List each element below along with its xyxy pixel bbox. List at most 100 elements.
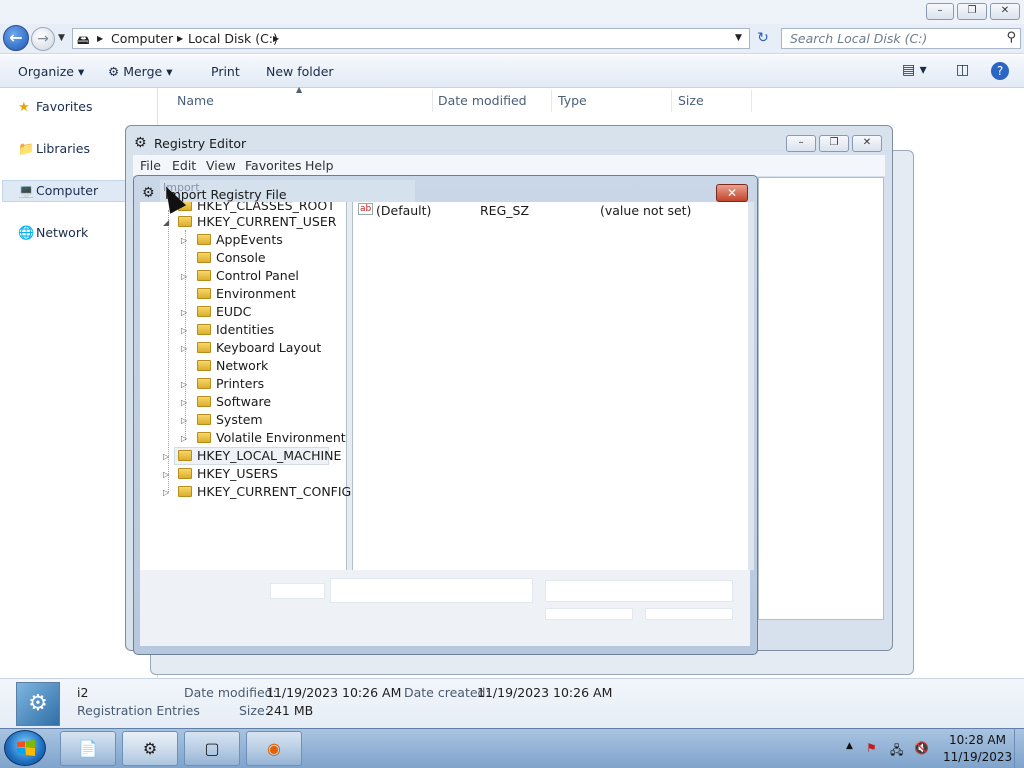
merge-button[interactable]: ⚙ Merge ▾ bbox=[108, 64, 172, 79]
column-divider[interactable] bbox=[551, 90, 552, 112]
print-button[interactable]: Print bbox=[211, 64, 240, 79]
tree-node-environment[interactable]: Environment bbox=[197, 286, 296, 301]
expand-icon[interactable]: ▷ bbox=[181, 380, 187, 389]
column-header-size[interactable]: Size bbox=[678, 93, 704, 108]
forward-button[interactable]: → bbox=[31, 27, 55, 51]
file-name: i2 bbox=[77, 685, 89, 700]
view-options-icon[interactable]: ▤ ▾ bbox=[902, 62, 927, 78]
restore-button[interactable]: ❐ bbox=[957, 3, 987, 20]
tree-node-identities[interactable]: Identities bbox=[197, 322, 274, 337]
tree-node-control-panel[interactable]: Control Panel bbox=[197, 268, 299, 283]
column-header-type[interactable]: Type bbox=[558, 93, 587, 108]
expand-icon[interactable]: ▷ bbox=[181, 308, 187, 317]
node-label: Environment bbox=[216, 286, 296, 301]
refresh-icon[interactable]: ↻ bbox=[752, 28, 774, 49]
organize-button[interactable]: Organize ▾ bbox=[18, 64, 84, 79]
tree-node-hku[interactable]: HKEY_USERS bbox=[178, 466, 278, 481]
breadcrumb[interactable]: 🖴 ▶ Computer ▶ Local Disk (C:) ▶ ▼ bbox=[72, 28, 750, 49]
expand-icon[interactable]: ▷ bbox=[181, 416, 187, 425]
help-icon[interactable]: ? bbox=[991, 62, 1009, 80]
search-icon[interactable]: ⚲ bbox=[1006, 30, 1016, 45]
column-divider[interactable] bbox=[432, 90, 433, 112]
action-center-icon[interactable]: ⚑ bbox=[866, 741, 877, 755]
menu-file[interactable]: File bbox=[140, 158, 161, 173]
folder-icon bbox=[197, 324, 211, 335]
expand-icon[interactable]: ▷ bbox=[181, 344, 187, 353]
show-hidden-icons[interactable]: ▲ bbox=[846, 741, 853, 751]
expand-icon[interactable]: ▷ bbox=[181, 434, 187, 443]
column-divider[interactable] bbox=[751, 90, 752, 112]
regedit-close-button[interactable]: ✕ bbox=[852, 135, 882, 152]
nav-network[interactable]: 🌐 Network bbox=[18, 225, 88, 241]
file-type-select[interactable] bbox=[545, 580, 733, 602]
expand-icon[interactable]: ▷ bbox=[181, 326, 187, 335]
chevron-right-icon[interactable]: ▶ bbox=[177, 34, 183, 43]
address-dropdown-icon[interactable]: ▼ bbox=[735, 33, 742, 43]
tree-node-keyboard-layout[interactable]: Keyboard Layout bbox=[197, 340, 321, 355]
menu-view[interactable]: View bbox=[206, 158, 236, 173]
expand-icon[interactable]: ▷ bbox=[163, 470, 169, 479]
column-divider[interactable] bbox=[671, 90, 672, 112]
value-name[interactable]: (Default) bbox=[376, 203, 431, 218]
expand-icon[interactable]: ▷ bbox=[163, 452, 169, 461]
breadcrumb-local-disk[interactable]: Local Disk (C:) bbox=[188, 31, 278, 46]
show-desktop-button[interactable] bbox=[1014, 729, 1024, 768]
tree-node-console[interactable]: Console bbox=[197, 250, 266, 265]
menu-help[interactable]: Help bbox=[305, 158, 334, 173]
close-button[interactable]: ✕ bbox=[990, 3, 1020, 20]
file-icon: 📄 bbox=[78, 739, 98, 758]
column-header-name[interactable]: Name bbox=[177, 93, 214, 108]
expand-icon[interactable]: ▷ bbox=[163, 488, 169, 497]
clock-date[interactable]: 11/19/2023 bbox=[943, 750, 1012, 764]
tree-node-eudc[interactable]: EUDC bbox=[197, 304, 251, 319]
hku-label: HKEY_USERS bbox=[197, 466, 278, 481]
tree-node-volatile-environment[interactable]: Volatile Environment bbox=[197, 430, 346, 445]
new-folder-button[interactable]: New folder bbox=[266, 64, 334, 79]
tree-node-hkcu[interactable]: HKEY_CURRENT_USER bbox=[178, 214, 336, 229]
expand-icon[interactable]: ▷ bbox=[181, 398, 187, 407]
expand-icon[interactable]: ▷ bbox=[181, 236, 187, 245]
clock-time[interactable]: 10:28 AM bbox=[949, 733, 1006, 747]
values-scrollbar[interactable] bbox=[748, 202, 754, 570]
taskbar-firefox-button[interactable]: ◉ bbox=[246, 731, 302, 766]
search-input[interactable]: Search Local Disk (C:) ⚲ bbox=[781, 28, 1021, 49]
tree-node-hkcc[interactable]: HKEY_CURRENT_CONFIG bbox=[178, 484, 351, 499]
file-name-input[interactable] bbox=[330, 578, 533, 603]
back-button[interactable]: ← bbox=[3, 25, 29, 51]
volume-muted-icon[interactable]: 🔇 bbox=[914, 741, 929, 755]
windows-flag-icon bbox=[17, 740, 35, 756]
history-dropdown-icon[interactable]: ▼ bbox=[58, 33, 65, 43]
regedit-maximize-button[interactable]: ❐ bbox=[819, 135, 849, 152]
tree-node-printers[interactable]: Printers bbox=[197, 376, 264, 391]
taskbar-tablet-button[interactable]: ▢ bbox=[184, 731, 240, 766]
tree-node-hklm[interactable]: HKEY_LOCAL_MACHINE bbox=[178, 448, 341, 463]
cancel-button[interactable] bbox=[645, 608, 733, 620]
tree-node-software[interactable]: Software bbox=[197, 394, 271, 409]
tree-node-system[interactable]: System bbox=[197, 412, 263, 427]
chevron-right-icon[interactable]: ▶ bbox=[97, 34, 103, 43]
collapse-icon[interactable]: ◢ bbox=[163, 218, 169, 227]
menu-favorites[interactable]: Favorites bbox=[245, 158, 301, 173]
breadcrumb-computer[interactable]: Computer bbox=[111, 31, 173, 46]
nav-computer[interactable]: 💻 Computer bbox=[18, 183, 98, 199]
values-list bbox=[353, 202, 748, 570]
preview-pane-icon[interactable]: ◫ bbox=[956, 62, 969, 78]
node-label: EUDC bbox=[216, 304, 252, 319]
dialog-close-button[interactable]: ✕ bbox=[716, 184, 748, 202]
taskbar-file-button[interactable]: 📄 bbox=[60, 731, 116, 766]
regedit-minimize-button[interactable]: – bbox=[786, 135, 816, 152]
network-tray-icon[interactable]: 🖧 bbox=[890, 741, 903, 762]
open-button[interactable] bbox=[545, 608, 633, 620]
minimize-button[interactable]: – bbox=[926, 3, 954, 20]
chevron-right-icon[interactable]: ▶ bbox=[273, 34, 279, 43]
tree-node-appevents[interactable]: AppEvents bbox=[197, 232, 283, 247]
menu-edit[interactable]: Edit bbox=[172, 158, 196, 173]
start-button[interactable] bbox=[4, 730, 46, 766]
expand-icon[interactable]: ▷ bbox=[181, 272, 187, 281]
tree-node-network[interactable]: Network bbox=[197, 358, 268, 373]
nav-libraries[interactable]: 📁 Libraries bbox=[18, 141, 90, 157]
taskbar-regedit-button[interactable]: ⚙ bbox=[122, 731, 178, 766]
column-header-date-modified[interactable]: Date modified bbox=[438, 93, 527, 108]
nav-favorites[interactable]: ★ Favorites bbox=[18, 99, 92, 115]
file-name-label-ghost bbox=[270, 583, 325, 599]
